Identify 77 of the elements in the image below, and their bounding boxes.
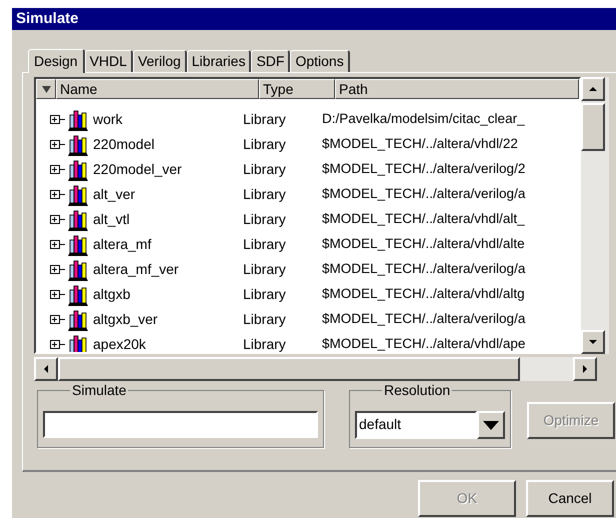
column-header[interactable]: Type [259,79,335,99]
library-name: altgxb [93,285,130,304]
path-cell-text: $MODEL_TECH/../altera/vhdl/22 [321,135,519,154]
type-cell-text: Library [242,310,287,329]
library-icon [67,108,89,130]
library-icon [67,258,89,280]
type-cell-text: Library [242,185,287,204]
window-title: Simulate [16,8,79,29]
expand-icon[interactable] [50,165,65,174]
type-cell-text: Library [242,110,287,129]
scroll-down-button[interactable] [581,330,605,354]
path-cell-text: $MODEL_TECH/../altera/vhdl/alte [321,235,526,254]
library-name: altgxb_ver [93,310,158,329]
expand-icon[interactable] [50,265,65,274]
library-name: work [93,110,123,129]
library-name: 220model_ver [93,160,182,179]
scroll-left-button[interactable] [34,357,58,381]
path-cell-text: $MODEL_TECH/../altera/verilog/a [321,260,526,278]
library-icon [67,334,89,352]
horizontal-scrollbar[interactable] [34,357,597,381]
right-arrow-icon [583,365,587,373]
tab[interactable]: VHDL [84,50,133,72]
tab[interactable]: Verilog [132,50,187,72]
expand-icon[interactable] [50,315,65,324]
library-name: altera_mf [93,235,152,254]
type-cell-text: Library [242,235,287,254]
column-header[interactable]: Path [335,79,579,99]
tab[interactable]: Options [290,50,350,72]
down-arrow-icon [589,340,597,344]
tab[interactable]: Design [28,49,85,73]
type-cell-text: Library [242,160,287,179]
cancel-button[interactable]: Cancel [526,480,614,517]
left-arrow-icon [44,365,48,373]
library-name: alt_ver [93,185,136,204]
dropdown-arrow-icon [483,420,499,430]
library-icon [67,134,89,156]
expand-icon[interactable] [50,290,65,299]
library-icon [67,308,89,330]
path-cell-text: $MODEL_TECH/../altera/vhdl/ape [321,335,526,352]
path-cell-text: $MODEL_TECH/../altera/verilog/2 [321,160,526,178]
sort-arrow-icon [42,86,50,92]
expand-icon[interactable] [50,190,65,199]
library-name: altera_mf_ver [93,260,179,279]
scroll-right-button[interactable] [573,357,597,381]
path-cell-text: D:/Pavelka/modelsim/citac_clear_ [321,110,526,128]
tab[interactable]: SDF [251,50,290,72]
path-cell-text: $MODEL_TECH/../altera/vhdl/altg [321,285,526,304]
up-arrow-icon [589,87,597,91]
expand-icon[interactable] [50,340,65,349]
tab[interactable]: Libraries [186,50,252,72]
library-icon [67,284,89,306]
expand-icon[interactable] [50,240,65,249]
type-cell-text: Library [242,210,287,229]
path-cell-text: $MODEL_TECH/../altera/vhdl/alt_ [321,210,526,228]
library-icon [67,208,89,230]
expand-icon[interactable] [50,115,65,124]
type-cell-text: Library [242,285,287,304]
type-cell-text: Library [242,135,287,154]
sort-button[interactable] [36,79,56,99]
simulate-field[interactable] [43,411,318,438]
library-icon [67,184,89,206]
vertical-scrollbar[interactable] [581,77,609,354]
scroll-thumb[interactable] [581,103,605,151]
library-icon [67,234,89,256]
type-cell-text: Library [242,260,287,279]
path-cell-text: $MODEL_TECH/../altera/verilog/a [321,310,526,328]
library-icon [67,158,89,180]
library-name: apex20k [93,335,146,352]
type-cell-text: Library [242,335,287,352]
expand-icon[interactable] [50,140,65,149]
expand-icon[interactable] [50,215,65,224]
column-header[interactable]: Name [56,79,259,99]
scroll-up-button[interactable] [581,77,605,101]
library-name: 220model [93,135,154,154]
scroll-thumb[interactable] [58,357,520,381]
path-cell-text: $MODEL_TECH/../altera/verilog/a [321,185,526,204]
library-name: alt_vtl [93,210,130,229]
